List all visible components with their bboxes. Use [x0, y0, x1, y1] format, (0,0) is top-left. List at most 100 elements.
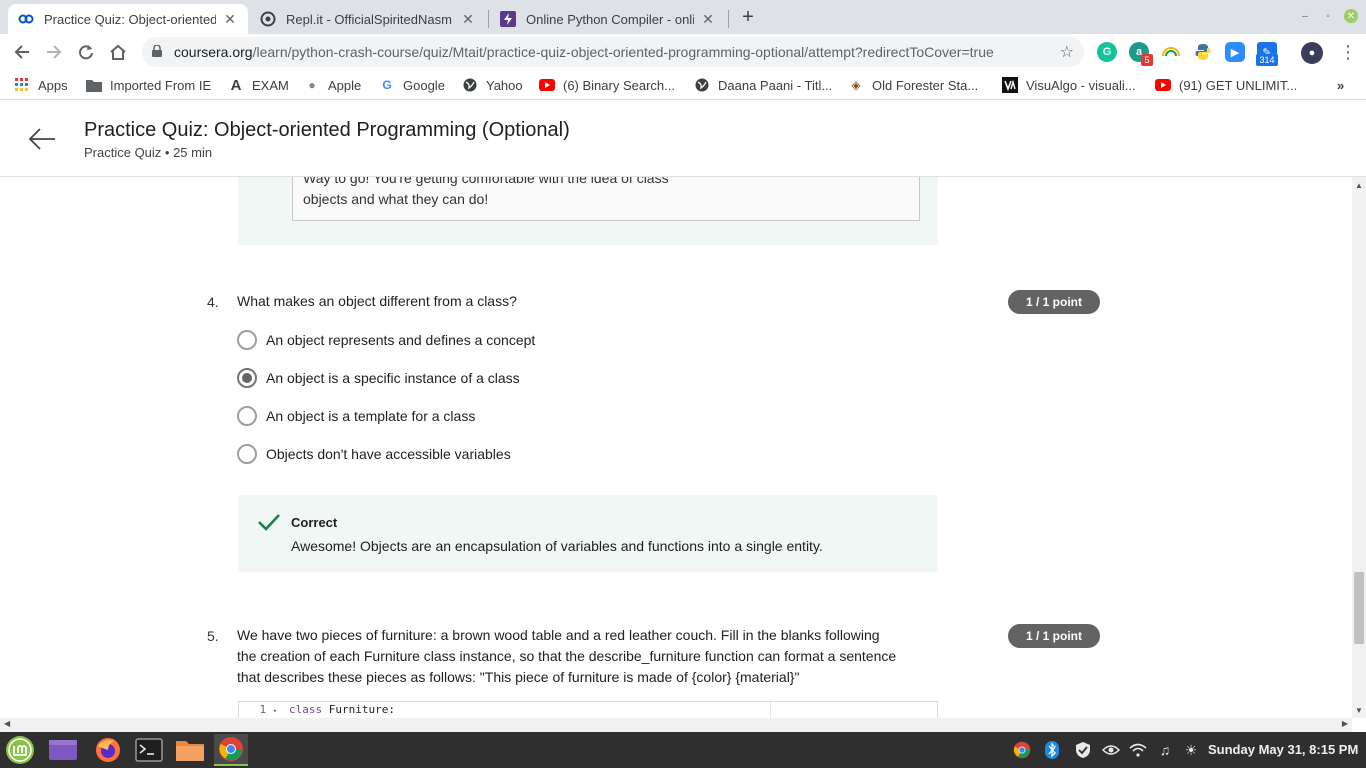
forward-icon[interactable]: [42, 40, 66, 64]
kebab-menu-icon[interactable]: ⋮: [1336, 40, 1360, 64]
grammarly-icon[interactable]: G: [1097, 42, 1117, 62]
bookmark-binary-search[interactable]: (6) Binary Search...: [539, 76, 675, 94]
bookmark-old-forester[interactable]: ◈ Old Forester Sta...: [848, 76, 978, 94]
terminal-icon[interactable]: [132, 734, 166, 766]
workspace-icon[interactable]: [46, 734, 80, 766]
brightness-icon[interactable]: ☀: [1181, 741, 1201, 759]
bookmark-get-unlimited[interactable]: (91) GET UNLIMIT...: [1155, 76, 1297, 94]
answer-option-label: An object is a specific instance of a cl…: [266, 370, 520, 386]
horizontal-scrollbar[interactable]: ◀ ▶: [0, 718, 1352, 732]
fold-arrow-icon[interactable]: ▾: [273, 707, 277, 715]
bookmark-label: VisuAlgo - visuali...: [1026, 77, 1136, 93]
line-number: 1: [259, 703, 267, 716]
new-tab-button[interactable]: +: [738, 7, 758, 27]
code-keyword: class: [289, 703, 323, 716]
bookmarks-overflow-icon[interactable]: »: [1337, 76, 1344, 94]
feedback-message: Awesome! Objects are an encapsulation of…: [291, 538, 823, 554]
tab-coursera[interactable]: Practice Quiz: Object-oriented ✕: [8, 4, 248, 34]
close-icon[interactable]: ✕: [700, 11, 716, 27]
lock-icon: [152, 43, 166, 60]
feedback-status: Correct: [291, 515, 338, 530]
code-line: class Furniture:: [289, 703, 395, 716]
bookmark-label: Daana Paani - Titl...: [718, 77, 833, 93]
wifi-icon[interactable]: [1128, 741, 1148, 759]
bookmark-label: Yahoo: [486, 77, 523, 93]
question-number: 5.: [207, 628, 219, 644]
scroll-down-arrow-icon[interactable]: ▼: [1355, 706, 1363, 715]
question-text-line2: the creation of each Furniture class ins…: [237, 648, 897, 664]
answer-option[interactable]: Objects don't have accessible variables: [237, 443, 511, 465]
bookmark-label: EXAM: [252, 77, 289, 93]
code-editor[interactable]: 1 ▾ class Furniture:: [238, 701, 938, 718]
tab-replit[interactable]: Repl.it - OfficialSpiritedNasm ✕: [250, 4, 486, 34]
google-icon: G: [382, 78, 392, 92]
radio-button-checked[interactable]: [237, 368, 257, 388]
bookmark-star-icon[interactable]: ☆: [1060, 42, 1074, 62]
firefox-icon[interactable]: [91, 734, 125, 766]
page-title: Practice Quiz: Object-oriented Programmi…: [84, 119, 570, 141]
previous-feedback-text-line2: objects and what they can do!: [303, 191, 489, 207]
apple-icon: ●: [308, 78, 316, 92]
bookmark-imported-from-ie[interactable]: Imported From IE: [86, 76, 211, 94]
previous-feedback-text-line1: Way to go! You're getting comfortable wi…: [303, 177, 669, 186]
question-text: What makes an object different from a cl…: [237, 293, 517, 309]
file-manager-icon[interactable]: [173, 734, 207, 766]
checkmark-icon: [258, 513, 280, 531]
scroll-left-arrow-icon[interactable]: ◀: [4, 719, 10, 728]
back-arrow-icon[interactable]: [28, 127, 56, 153]
previous-feedback-box: Way to go! You're getting comfortable wi…: [292, 177, 920, 221]
reload-icon[interactable]: [74, 40, 98, 64]
bookmark-apps[interactable]: Apps: [14, 76, 68, 94]
quiz-header: Practice Quiz: Object-oriented Programmi…: [0, 101, 1366, 177]
code-print-margin: [770, 702, 771, 718]
code-gutter: 1 ▾: [239, 702, 283, 718]
radio-button[interactable]: [237, 406, 257, 426]
bookmark-label: Apple: [328, 77, 362, 93]
radio-button[interactable]: [237, 330, 257, 350]
chrome-taskbar-icon[interactable]: [214, 734, 248, 766]
bookmark-google[interactable]: G Google: [379, 76, 445, 94]
minimize-icon[interactable]: –: [1298, 9, 1312, 23]
shield-icon[interactable]: [1073, 741, 1093, 759]
bookmark-apple[interactable]: ● Apple: [304, 76, 361, 94]
bookmark-yahoo[interactable]: Yahoo: [462, 76, 523, 94]
scroll-right-arrow-icon[interactable]: ▶: [1342, 719, 1348, 728]
close-icon[interactable]: ✕: [222, 11, 238, 27]
answer-option[interactable]: An object represents and defines a conce…: [237, 329, 535, 351]
back-icon[interactable]: [10, 40, 34, 64]
browser-toolbar: coursera.org/learn/python-crash-course/q…: [0, 34, 1366, 70]
bluetooth-icon[interactable]: [1042, 741, 1062, 759]
folder-icon: [86, 77, 102, 93]
vertical-scrollbar[interactable]: ▲ ▼: [1352, 177, 1366, 718]
tab-separator: [488, 10, 489, 28]
system-clock[interactable]: Sunday May 31, 8:15 PM: [1208, 742, 1358, 757]
bookmark-label: (91) GET UNLIMIT...: [1179, 77, 1298, 93]
code-text: Furniture:: [322, 703, 395, 716]
globe-icon: [462, 77, 478, 93]
zoom-icon[interactable]: ▶: [1225, 42, 1245, 62]
avatar[interactable]: ●: [1301, 42, 1323, 64]
bookmark-exam[interactable]: A EXAM: [228, 76, 289, 94]
answer-option-selected[interactable]: An object is a specific instance of a cl…: [237, 367, 520, 389]
maximize-icon[interactable]: ◦: [1321, 9, 1335, 23]
bookmark-label: Imported From IE: [110, 77, 212, 93]
python-icon[interactable]: [1193, 42, 1213, 62]
scroll-up-arrow-icon[interactable]: ▲: [1355, 181, 1363, 190]
close-window-icon[interactable]: ✕: [1344, 9, 1358, 23]
exam-logo-icon: A: [230, 76, 242, 94]
tab-title: Practice Quiz: Object-oriented: [44, 11, 216, 27]
address-bar[interactable]: coursera.org/learn/python-crash-course/q…: [142, 37, 1084, 67]
radio-button[interactable]: [237, 444, 257, 464]
rainbow-extension-icon[interactable]: [1161, 42, 1181, 62]
home-icon[interactable]: [106, 40, 130, 64]
answer-option[interactable]: An object is a template for a class: [237, 405, 475, 427]
chrome-tray-icon[interactable]: [1012, 741, 1032, 759]
close-icon[interactable]: ✕: [460, 11, 476, 27]
tab-compiler[interactable]: Online Python Compiler - onli ✕: [490, 4, 726, 34]
music-icon[interactable]: ♫: [1155, 741, 1175, 759]
mint-menu-icon[interactable]: [3, 734, 37, 766]
nvidia-icon[interactable]: [1101, 741, 1121, 759]
bookmark-daana-paani[interactable]: Daana Paani - Titl...: [694, 76, 832, 94]
bookmark-visualgo[interactable]: VisuAlgo - visuali...: [1002, 76, 1136, 94]
scrollbar-thumb[interactable]: [1354, 572, 1364, 644]
